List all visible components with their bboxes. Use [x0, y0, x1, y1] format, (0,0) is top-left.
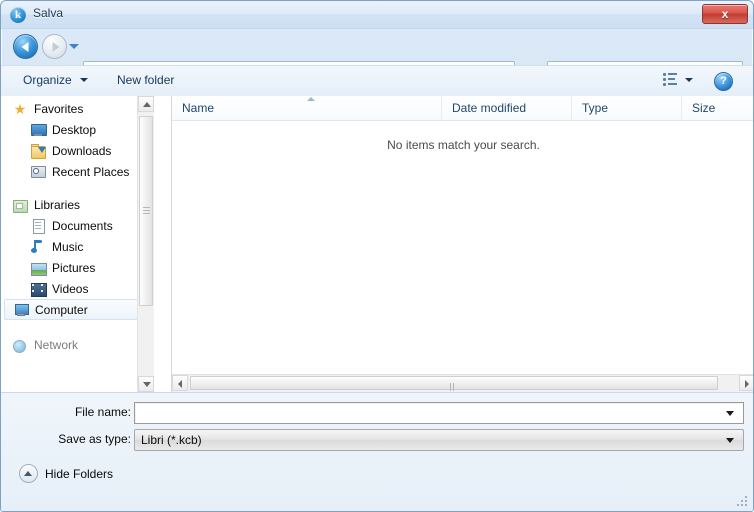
grip-icon	[143, 207, 150, 215]
network-icon	[12, 337, 28, 353]
pictures-icon	[30, 260, 47, 276]
chevron-down-icon	[685, 77, 693, 82]
chevron-down-icon[interactable]	[726, 437, 734, 443]
k-logo-icon: k	[10, 7, 26, 23]
column-label: Name	[182, 101, 215, 115]
chevron-up-circle-icon	[19, 464, 38, 483]
save-as-type-label: Save as type:	[58, 432, 131, 446]
app-icon: k	[10, 7, 26, 23]
sidebar-scrollbar[interactable]	[137, 96, 154, 392]
file-name-field[interactable]	[134, 402, 744, 424]
scroll-left-button[interactable]	[172, 375, 188, 391]
chevron-down-icon[interactable]	[726, 410, 734, 416]
navigation-bar: « Work in Process ▸ KTC User Guide ▸ New…	[1, 28, 753, 84]
scroll-up-button[interactable]	[138, 96, 154, 112]
scroll-down-button[interactable]	[138, 376, 154, 392]
star-icon: ★	[13, 100, 27, 117]
column-label: Size	[692, 101, 716, 115]
sidebar-item-videos[interactable]: Videos	[2, 278, 154, 299]
sidebar-item-label: Recent Places	[52, 164, 130, 179]
save-as-type-select[interactable]: Libri (*.kcb)	[134, 429, 744, 451]
organize-button[interactable]: Organize	[23, 73, 89, 87]
scrollbar-thumb[interactable]	[190, 376, 718, 405]
downloads-icon	[30, 143, 46, 159]
sidebar-item-music[interactable]: Music	[2, 236, 154, 257]
sidebar-item-network[interactable]: Network	[2, 334, 154, 355]
file-name-row: File name:	[1, 402, 753, 424]
hide-folders-label: Hide Folders	[45, 466, 114, 481]
organize-label: Organize	[23, 73, 72, 87]
content-area: ★ Favorites Desktop Downloads Recent Pla…	[1, 96, 753, 405]
forward-button	[42, 34, 67, 59]
back-arrow-icon	[21, 41, 28, 52]
column-label: Type	[582, 101, 609, 115]
view-mode-button[interactable]	[663, 73, 693, 86]
history-dropdown-icon[interactable]	[69, 44, 79, 49]
save-as-type-row: Save as type: Libri (*.kcb)	[1, 429, 753, 451]
sort-ascending-icon	[307, 97, 315, 101]
new-folder-button[interactable]: New folder	[117, 73, 174, 87]
document-icon	[30, 218, 46, 234]
sidebar-item-libraries[interactable]: Libraries	[2, 194, 154, 215]
sidebar-item-downloads[interactable]: Downloads	[2, 140, 154, 161]
dialog-footer: File name: Save as type: Libri (*.kcb) H…	[1, 392, 753, 511]
music-icon	[30, 239, 46, 255]
sidebar-item-label: Libraries	[34, 197, 81, 212]
sidebar-item-label: Favorites	[34, 101, 84, 116]
resize-grip[interactable]	[737, 496, 749, 508]
chevron-down-icon	[80, 78, 89, 82]
hide-folders-button[interactable]: Hide Folders	[19, 464, 113, 483]
recent-places-icon	[30, 164, 46, 180]
view-list-icon	[663, 73, 678, 86]
column-header-date-modified[interactable]: Date modified	[442, 96, 572, 120]
back-button[interactable]	[13, 34, 38, 59]
grip-icon	[450, 380, 458, 405]
column-header-name[interactable]: Name	[172, 96, 442, 120]
forward-arrow-icon	[52, 41, 59, 52]
scroll-right-button[interactable]	[739, 375, 753, 391]
sidebar-item-pictures[interactable]: Pictures	[2, 257, 154, 278]
save-dialog-window: k Salva x « Work in Process ▸ KTC User G…	[0, 0, 754, 512]
sidebar-item-label: Music	[52, 239, 84, 254]
window-title: Salva	[33, 6, 64, 20]
sidebar-item-label: Downloads	[52, 143, 112, 158]
videos-icon	[30, 281, 47, 297]
sidebar-item-recent-places[interactable]: Recent Places	[2, 161, 154, 182]
help-icon[interactable]: ?	[714, 72, 733, 91]
column-header-size[interactable]: Size	[682, 96, 753, 120]
file-list-pane: Name Date modified Type Size No items ma…	[171, 96, 753, 405]
empty-state-message: No items match your search.	[387, 138, 540, 152]
libraries-icon	[12, 197, 28, 213]
column-headers: Name Date modified Type Size	[172, 96, 753, 121]
sidebar-item-label: Pictures	[52, 260, 96, 275]
column-label: Date modified	[452, 101, 527, 115]
file-list-horizontal-scrollbar[interactable]	[172, 374, 753, 405]
sidebar-item-label: Network	[34, 337, 79, 352]
toolbar: Organize New folder ?	[1, 65, 753, 98]
navigation-pane: ★ Favorites Desktop Downloads Recent Pla…	[2, 96, 154, 392]
title-bar: k Salva x	[1, 1, 753, 29]
sidebar-item-label: Documents	[52, 218, 113, 233]
desktop-icon	[30, 122, 47, 138]
sidebar-item-label: Videos	[52, 281, 89, 296]
column-header-type[interactable]: Type	[572, 96, 682, 120]
computer-icon	[13, 302, 29, 318]
sidebar-item-computer[interactable]: Computer	[4, 299, 150, 320]
sidebar-item-favorites[interactable]: ★ Favorites	[2, 98, 154, 119]
sidebar-item-label: Desktop	[52, 122, 97, 137]
sidebar-item-documents[interactable]: Documents	[2, 215, 154, 236]
scrollbar-thumb[interactable]	[139, 116, 153, 306]
sidebar-item-label: Computer	[35, 302, 88, 317]
file-name-label: File name:	[74, 405, 131, 419]
sidebar-item-desktop[interactable]: Desktop	[2, 119, 154, 140]
close-button[interactable]: x	[702, 4, 748, 24]
save-as-type-value: Libri (*.kcb)	[141, 433, 202, 447]
